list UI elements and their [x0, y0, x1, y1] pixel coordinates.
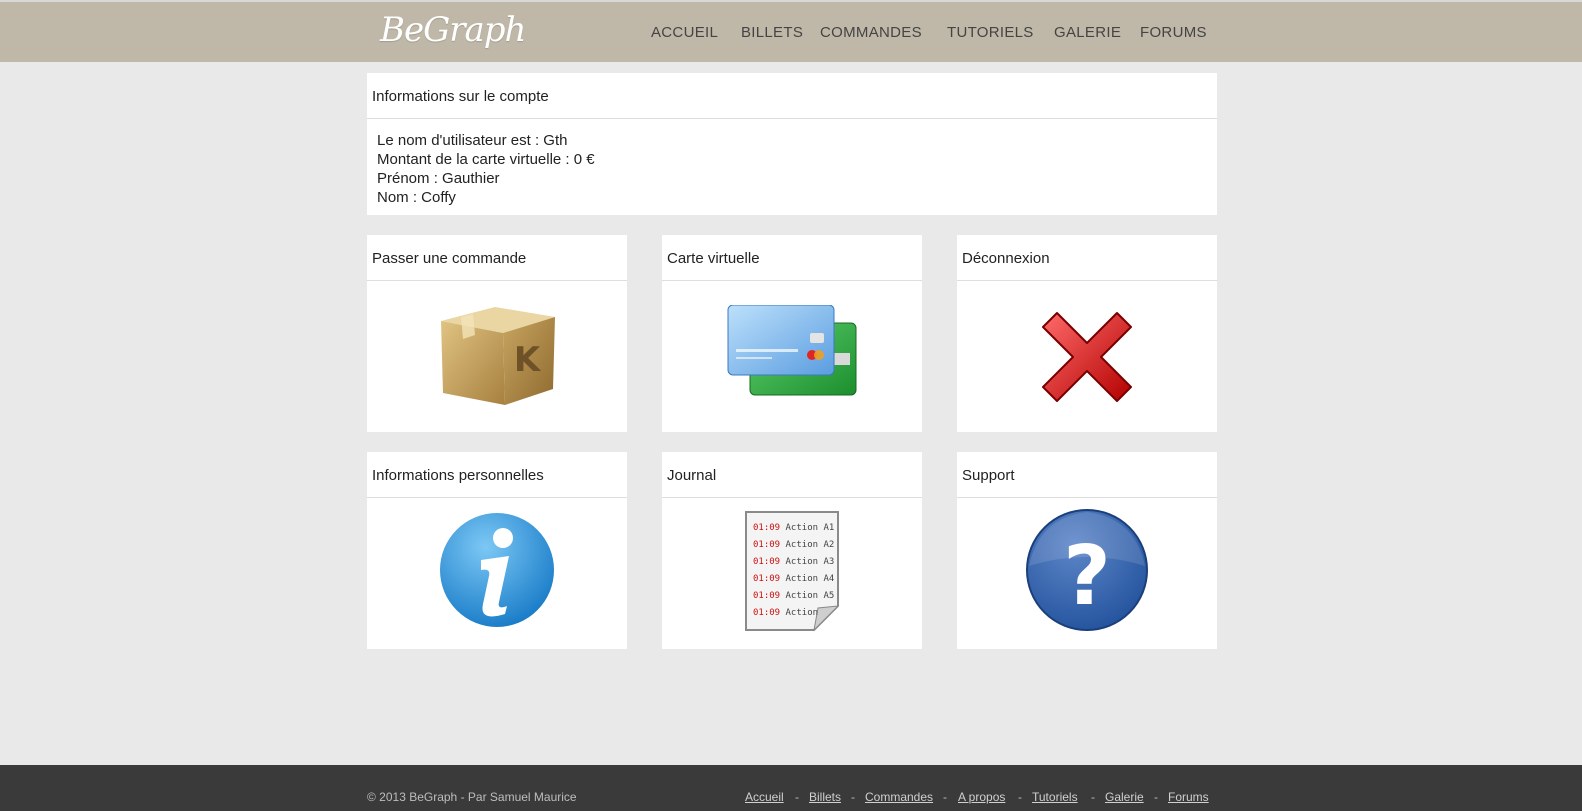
footer-separator: - — [1018, 790, 1022, 804]
tile-personal-info-title: Informations personnelles — [367, 452, 627, 498]
footer-link-a-propos[interactable]: A propos — [958, 790, 1005, 804]
footer-separator: - — [1091, 790, 1095, 804]
site-footer: © 2013 BeGraph - Par Samuel Maurice Accu… — [0, 765, 1582, 811]
footer-link-billets[interactable]: Billets — [809, 790, 841, 804]
footer-separator: - — [795, 790, 799, 804]
log-line: 01:09 Action A1 — [753, 523, 835, 533]
footer-link-accueil[interactable]: Accueil — [745, 790, 784, 804]
log-document-icon[interactable]: 01:09 Action A1 01:09 Action A2 01:09 Ac… — [744, 510, 840, 632]
nav-item-tutoriels[interactable]: TUTORIELS — [947, 24, 1034, 41]
tile-order-title: Passer une commande — [367, 235, 627, 281]
tile-logout[interactable]: Déconnexion — [957, 235, 1217, 432]
nav-item-accueil[interactable]: ACCUEIL — [651, 24, 718, 41]
account-info-panel: Informations sur le compte Le nom d'util… — [367, 73, 1217, 215]
tile-virtual-card[interactable]: Carte virtuelle — [662, 235, 922, 432]
footer-separator: - — [851, 790, 855, 804]
credit-cards-icon[interactable] — [724, 305, 860, 405]
tile-logout-title: Déconnexion — [957, 235, 1217, 281]
account-info-body: Le nom d'utilisateur est : Gth Montant d… — [367, 119, 1217, 207]
svg-text:K: K — [514, 340, 542, 380]
tile-support-title: Support — [957, 452, 1217, 498]
tile-virtual-card-title: Carte virtuelle — [662, 235, 922, 281]
log-line: 01:09 Action A2 — [753, 540, 835, 550]
log-line: 01:09 Action A3 — [753, 557, 835, 567]
footer-link-tutoriels[interactable]: Tutoriels — [1032, 790, 1078, 804]
account-username: Le nom d'utilisateur est : Gth — [377, 132, 568, 149]
log-lines: 01:09 Action A1 01:09 Action A2 01:09 Ac… — [753, 520, 834, 622]
tile-journal-title: Journal — [662, 452, 922, 498]
footer-link-forums[interactable]: Forums — [1168, 790, 1209, 804]
footer-link-commandes[interactable]: Commandes — [865, 790, 933, 804]
info-icon[interactable] — [437, 510, 557, 630]
account-card-amount: Montant de la carte virtuelle : 0 € — [377, 151, 595, 168]
tile-support[interactable]: Support ? — [957, 452, 1217, 649]
footer-link-galerie[interactable]: Galerie — [1105, 790, 1144, 804]
account-firstname: Prénom : Gauthier — [377, 170, 500, 187]
main-nav: ACCUEIL BILLETS COMMANDES TUTORIELS GALE… — [0, 24, 1582, 48]
nav-item-commandes[interactable]: COMMANDES — [820, 24, 922, 41]
footer-separator: - — [1154, 790, 1158, 804]
nav-item-forums[interactable]: FORUMS — [1140, 24, 1207, 41]
tile-journal[interactable]: Journal 01:09 Action A1 01:09 Action A2 … — [662, 452, 922, 649]
tile-order[interactable]: Passer une commande K — [367, 235, 627, 432]
account-info-title: Informations sur le compte — [367, 73, 1217, 119]
tile-personal-info[interactable]: Informations personnelles — [367, 452, 627, 649]
log-line: 01:09 Action — [753, 608, 819, 618]
nav-item-galerie[interactable]: GALERIE — [1054, 24, 1121, 41]
account-lastname: Nom : Coffy — [377, 189, 456, 206]
footer-copyright: © 2013 BeGraph - Par Samuel Maurice — [367, 790, 577, 804]
svg-text:?: ? — [1063, 529, 1111, 624]
package-box-icon[interactable]: K — [433, 293, 563, 413]
nav-item-billets[interactable]: BILLETS — [741, 24, 803, 41]
log-line: 01:09 Action A4 — [753, 574, 835, 584]
help-question-icon[interactable]: ? — [1025, 508, 1149, 632]
red-x-icon[interactable] — [1029, 299, 1145, 415]
log-line: 01:09 Action A5 — [753, 591, 835, 601]
footer-separator: - — [943, 790, 947, 804]
site-header: BeGraph ACCUEIL BILLETS COMMANDES TUTORI… — [0, 2, 1582, 62]
